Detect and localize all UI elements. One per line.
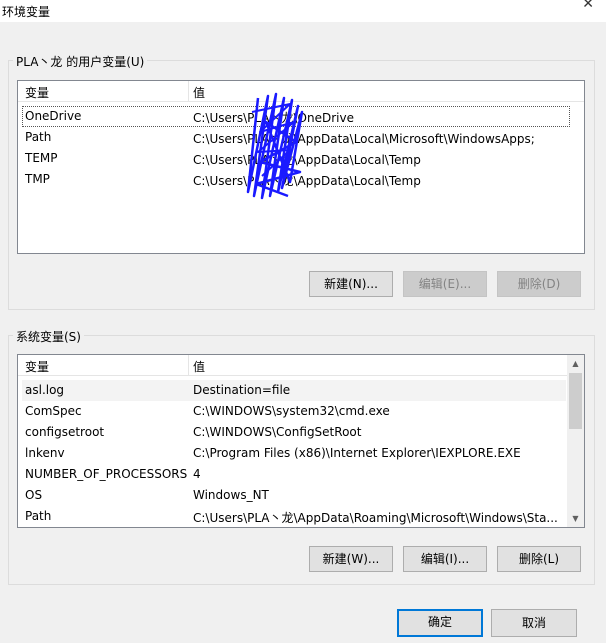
var-name: configsetroot bbox=[25, 425, 105, 439]
list-item[interactable]: OS Windows_NT bbox=[22, 485, 566, 506]
list-item[interactable]: NUMBER_OF_PROCESSORS 4 bbox=[22, 464, 566, 485]
title-bar: 环境变量 ✕ bbox=[0, 0, 606, 22]
window-title: 环境变量 bbox=[2, 5, 51, 19]
system-new-button[interactable]: 新建(W)... bbox=[309, 546, 393, 572]
user-delete-button[interactable]: 删除(D) bbox=[497, 271, 581, 297]
var-value: C:\WINDOWS\system32\cmd.exe bbox=[193, 404, 390, 418]
column-header-value[interactable]: 值 bbox=[193, 358, 205, 375]
scroll-down-icon[interactable]: ▼ bbox=[567, 510, 584, 527]
var-name: OS bbox=[25, 488, 43, 502]
system-vars-legend: 系统变量(S) bbox=[13, 328, 84, 345]
system-vars-list[interactable]: 变量 值 asl.log Destination=file ComSpec C:… bbox=[17, 354, 585, 528]
column-divider[interactable] bbox=[188, 355, 189, 376]
var-name: Path bbox=[25, 130, 52, 144]
var-name: TMP bbox=[25, 172, 50, 186]
ok-button[interactable]: 确定 bbox=[397, 609, 483, 637]
var-name: lnkenv bbox=[25, 446, 65, 460]
var-value: C:\Program Files (x86)\Internet Explorer… bbox=[193, 446, 521, 460]
column-header-value[interactable]: 值 bbox=[193, 84, 205, 101]
close-icon[interactable]: ✕ bbox=[582, 0, 594, 12]
var-name: NUMBER_OF_PROCESSORS bbox=[25, 467, 188, 481]
user-new-button[interactable]: 新建(N)... bbox=[309, 271, 393, 297]
var-value: C:\Users\PLA丶龙\AppData\Local\Temp bbox=[193, 153, 421, 167]
scroll-thumb[interactable] bbox=[569, 373, 582, 429]
user-vars-legend: PLA丶龙 的用户变量(U) bbox=[13, 53, 148, 70]
column-header-name[interactable]: 变量 bbox=[25, 358, 49, 375]
list-item[interactable]: lnkenv C:\Program Files (x86)\Internet E… bbox=[22, 443, 566, 464]
cancel-button[interactable]: 取消 bbox=[491, 609, 577, 637]
system-edit-button[interactable]: 编辑(I)... bbox=[403, 546, 487, 572]
list-item[interactable]: configsetroot C:\WINDOWS\ConfigSetRoot bbox=[22, 422, 566, 443]
system-delete-button[interactable]: 删除(L) bbox=[497, 546, 581, 572]
var-value: C:\Users\PLA丶龙\AppData\Local\Temp bbox=[193, 174, 421, 188]
list-item[interactable]: Path C:\Users\PLA丶龙\AppData\Roaming\Micr… bbox=[22, 506, 566, 527]
var-name: ComSpec bbox=[25, 404, 82, 418]
column-header-name[interactable]: 变量 bbox=[25, 84, 49, 101]
var-name: Path bbox=[25, 509, 52, 523]
system-vars-header: 变量 值 bbox=[18, 355, 567, 376]
column-divider[interactable] bbox=[188, 81, 189, 102]
var-value: C:\WINDOWS\ConfigSetRoot bbox=[193, 425, 362, 439]
redaction-scribble bbox=[246, 92, 304, 200]
list-item[interactable]: ComSpec C:\WINDOWS\system32\cmd.exe bbox=[22, 401, 566, 422]
scroll-up-icon[interactable]: ▲ bbox=[567, 355, 584, 372]
var-value: C:\Users\PLA丶龙\AppData\Roaming\Microsoft… bbox=[193, 511, 558, 525]
var-value: Windows_NT bbox=[193, 488, 269, 502]
var-name: asl.log bbox=[25, 383, 65, 397]
var-value: Destination=file bbox=[193, 383, 291, 397]
var-name: TEMP bbox=[25, 151, 58, 165]
user-edit-button[interactable]: 编辑(E)... bbox=[403, 271, 487, 297]
system-vars-scrollbar[interactable]: ▲ ▼ bbox=[567, 355, 584, 527]
var-name: OneDrive bbox=[25, 109, 82, 123]
list-item[interactable]: asl.log Destination=file bbox=[22, 380, 566, 401]
var-value: 4 bbox=[193, 467, 201, 481]
